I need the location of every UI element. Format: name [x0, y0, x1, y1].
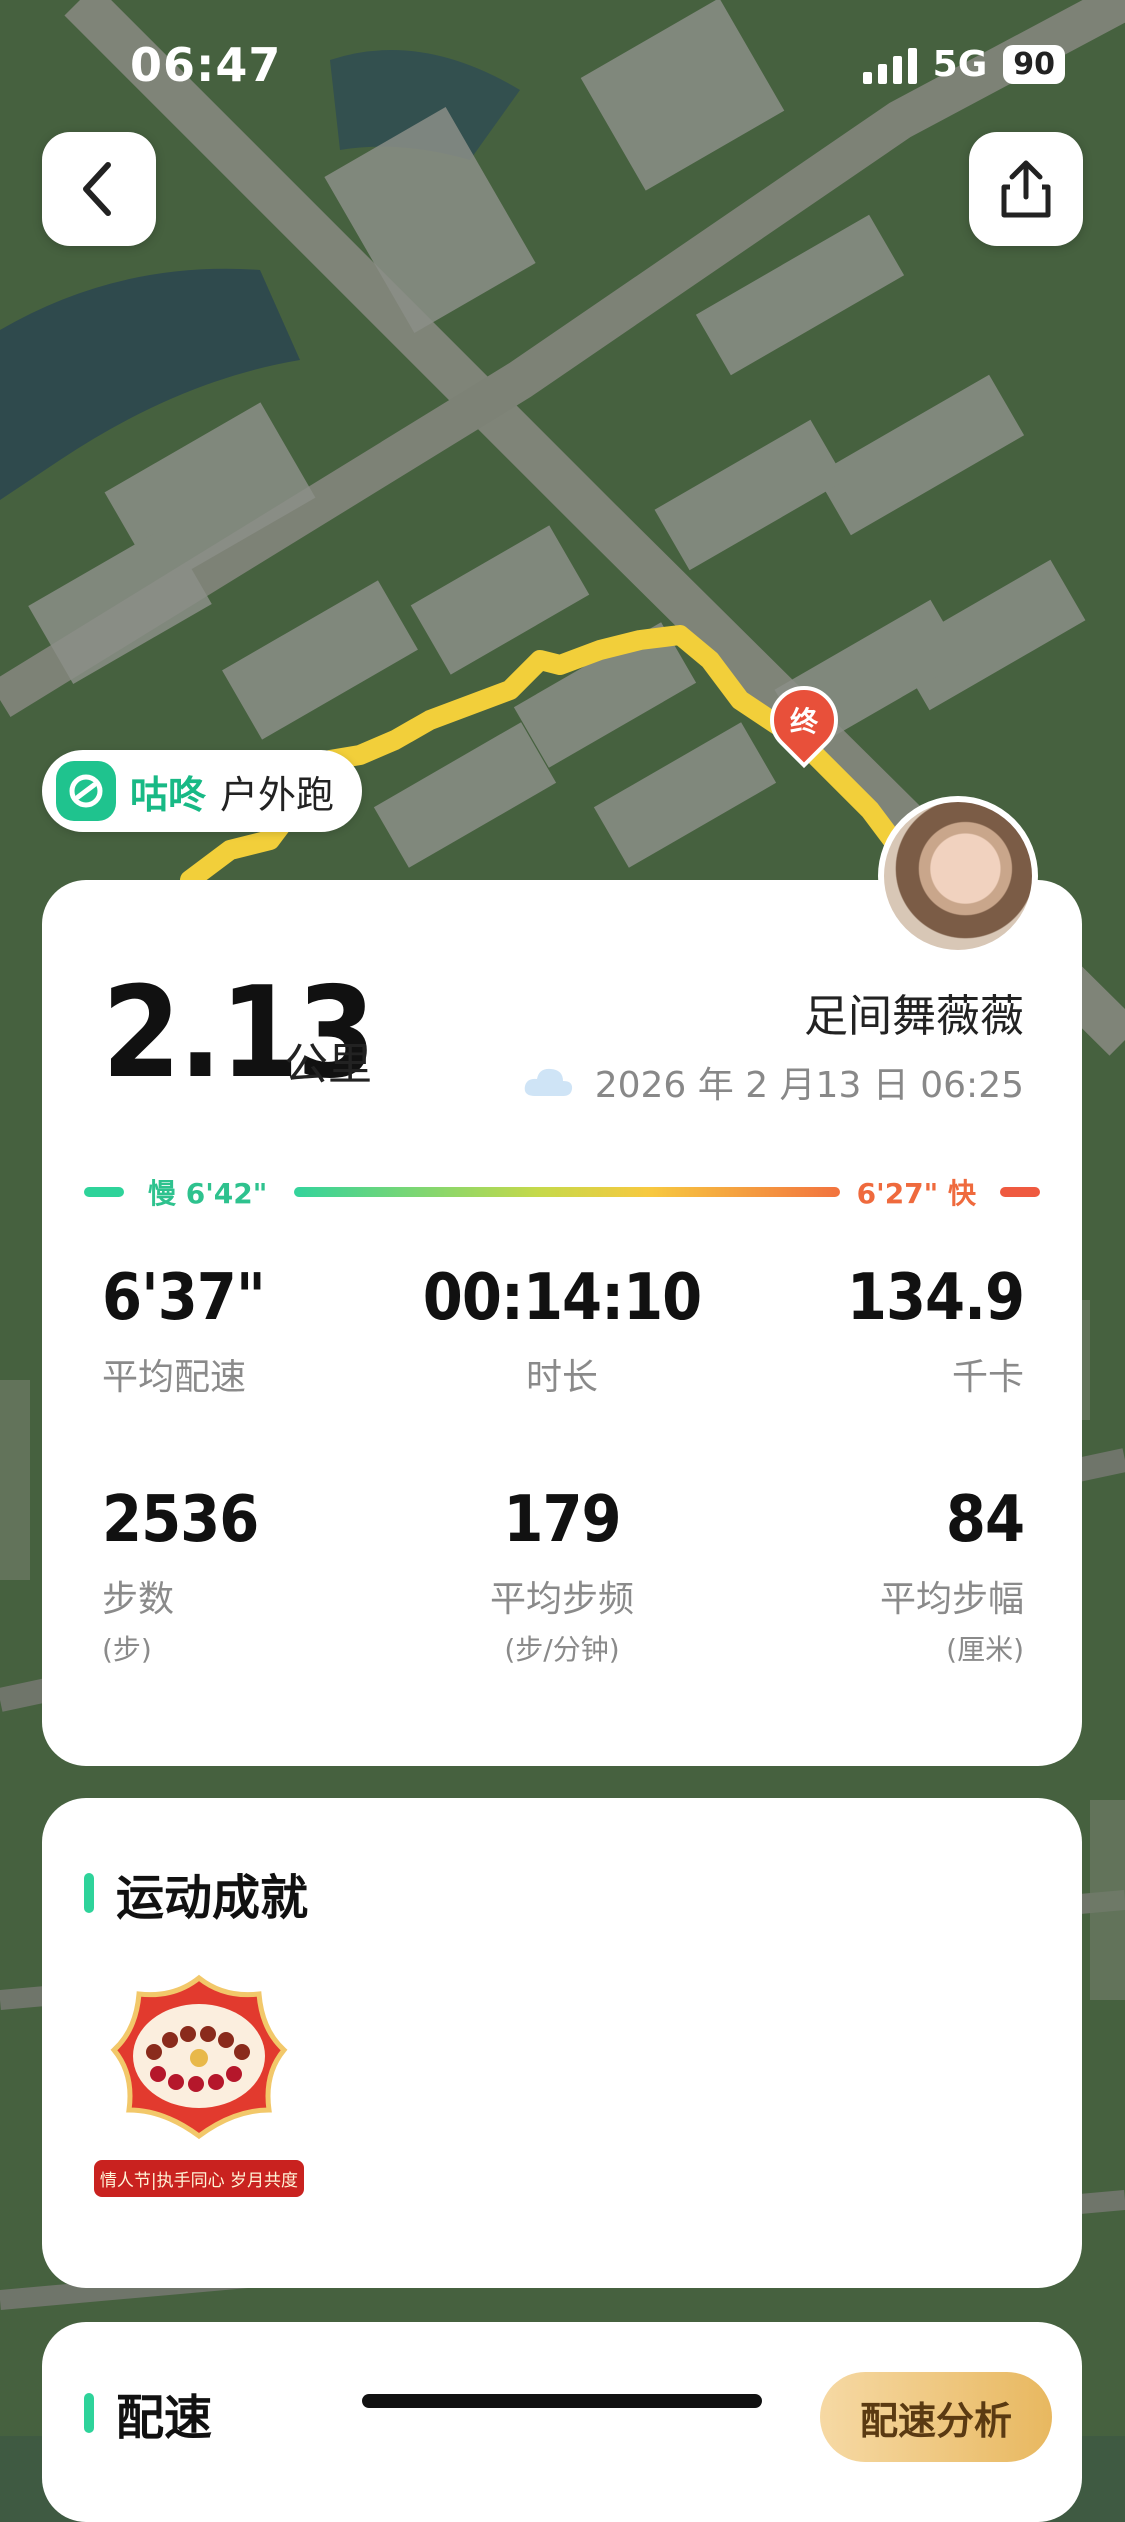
battery-icon: 90	[1003, 45, 1065, 84]
activity-tag: 咕咚 户外跑	[42, 750, 363, 832]
pace-gradient	[294, 1187, 840, 1197]
stat-value: 2536	[102, 1483, 259, 1557]
stat-label: 平均步幅	[879, 1579, 1024, 1620]
achievements-card: 运动成就 情人节|执手同心 岁月共度	[42, 1798, 1082, 2288]
stat-label: 步数	[102, 1579, 175, 1620]
stat-value: 84	[945, 1483, 1025, 1557]
stat-label: 时长	[525, 1357, 598, 1398]
cloud-icon	[524, 1068, 572, 1096]
back-button[interactable]	[42, 132, 156, 246]
pace-right-dot	[1000, 1187, 1040, 1197]
stat-steps: 2536 步数 (步)	[102, 1483, 259, 1668]
stat-unit: (厘米)	[946, 1633, 1024, 1666]
stat-label: 千卡	[951, 1357, 1024, 1398]
tag-activity-type: 户外跑	[220, 772, 335, 817]
stat-label: 平均步频	[489, 1579, 634, 1620]
stat-unit: (步/分钟)	[504, 1633, 620, 1666]
distance-unit: 公里	[284, 1039, 372, 1090]
achievements-title-text: 运动成就	[116, 1870, 309, 1926]
tag-brand: 咕咚	[130, 772, 207, 817]
pace-left-dot	[84, 1187, 124, 1197]
pace-analysis-button[interactable]: 配速分析	[819, 2372, 1052, 2462]
activity-datetime: 2026 年 2 月13 日 06:25	[594, 1065, 1024, 1106]
bracelet-badge-icon	[110, 1974, 288, 2140]
valentine-badge[interactable]: 情人节|执手同心 岁月共度	[94, 1970, 304, 2197]
stat-unit: (步)	[102, 1633, 152, 1666]
signal-icon	[862, 46, 917, 84]
codoon-logo-icon	[56, 761, 116, 821]
summary-card: 2.13 公里 足间舞薇薇 2026 年 2 月13 日 06:25 慢 6'4…	[42, 880, 1082, 1766]
avatar[interactable]	[878, 796, 1038, 956]
stat-label: 平均配速	[102, 1357, 247, 1398]
stat-value: 00:14:10	[422, 1261, 702, 1335]
stat-value: 134.9	[846, 1261, 1025, 1335]
home-indicator[interactable]	[362, 2394, 762, 2408]
pace-card: 配速 配速分析	[42, 2322, 1082, 2522]
pace-slow-label: 慢 6'42"	[148, 1177, 268, 1210]
share-button[interactable]	[969, 132, 1083, 246]
achievements-title: 运动成就	[84, 1858, 308, 1928]
stat-stride: 84 平均步幅 (厘米)	[879, 1483, 1025, 1668]
stat-value: 179	[503, 1483, 621, 1557]
status-icons: 5G 90	[862, 44, 1065, 85]
stat-calories: 134.9 千卡	[846, 1261, 1025, 1400]
network-type: 5G	[932, 44, 988, 85]
date-row: 2026 年 2 月13 日 06:25	[521, 1056, 1024, 1108]
chevron-left-icon	[83, 162, 111, 216]
stat-value: 6'37"	[102, 1261, 266, 1335]
pace-title-text: 配速	[116, 2390, 213, 2446]
pace-title: 配速	[84, 2378, 212, 2448]
title-accent-bar	[84, 1873, 94, 1913]
stat-cadence: 179 平均步频 (步/分钟)	[412, 1488, 712, 1668]
stat-duration: 00:14:10 时长	[412, 1266, 712, 1400]
status-time: 06:47	[130, 38, 282, 92]
badge-caption: 情人节|执手同心 岁月共度	[94, 2160, 304, 2197]
username: 足间舞薇薇	[804, 991, 1024, 1042]
pace-range-bar: 慢 6'42" 6'27" 快	[84, 1172, 1040, 1212]
end-marker-label: 终	[789, 705, 818, 738]
stat-avg-pace: 6'37" 平均配速	[102, 1261, 266, 1400]
title-accent-bar	[84, 2393, 94, 2433]
share-icon	[1001, 160, 1051, 218]
pace-fast-label: 6'27" 快	[856, 1177, 976, 1210]
